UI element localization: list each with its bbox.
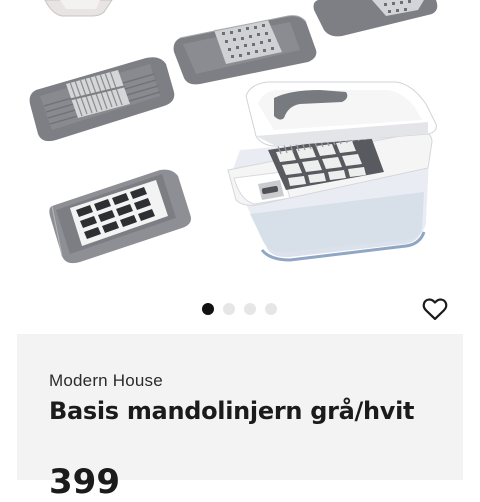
pagination-dot-active[interactable] (202, 303, 214, 315)
product-image-gallery[interactable] (0, 0, 480, 290)
favorite-button[interactable] (421, 295, 449, 323)
product-price: 399 (49, 462, 120, 502)
chopper-device-image (227, 81, 437, 262)
dicing-grid-image (49, 169, 192, 264)
pagination-dot[interactable] (223, 303, 235, 315)
heart-outline-icon (422, 298, 448, 321)
pagination-dot[interactable] (244, 303, 256, 315)
product-title: Basis mandolinjern grå/hvit (49, 397, 415, 425)
product-brand[interactable]: Modern House (49, 371, 163, 391)
pagination-dot[interactable] (265, 303, 277, 315)
julienne-blade-image (29, 57, 175, 142)
product-image (29, 0, 438, 264)
grater-blade-image (173, 15, 317, 85)
grater-blade-image (313, 0, 438, 37)
product-info-card: Modern House Basis mandolinjern grå/hvit… (17, 334, 463, 502)
gallery-pagination (202, 303, 277, 315)
